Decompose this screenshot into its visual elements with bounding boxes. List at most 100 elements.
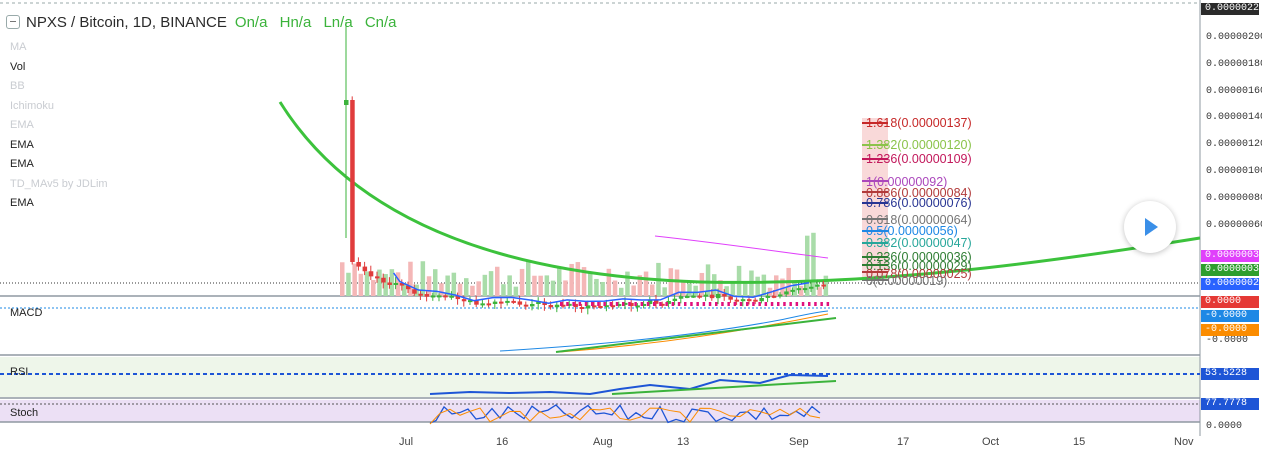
stoch-pane-label[interactable]: Stoch: [10, 407, 38, 419]
green-price-tag: 0.00000031: [1201, 264, 1262, 276]
macd-histogram-bar: [777, 302, 780, 306]
top-price-tag: 0.00000222: [1201, 3, 1262, 15]
volume-bar: [532, 275, 537, 296]
macd-histogram-bar: [640, 302, 644, 306]
candle-body: [517, 301, 523, 305]
volume-bar: [371, 280, 376, 296]
high-value: Hn/a: [279, 13, 312, 31]
candle-body: [375, 276, 380, 279]
macd-histogram-bar: [615, 302, 619, 306]
macd-blue-tag: -0.0000: [1201, 310, 1259, 322]
volume-bar: [662, 287, 667, 296]
candle-body: [728, 296, 733, 300]
rsi-pane-background: [0, 357, 1200, 397]
candle-body: [784, 291, 789, 295]
candle-body: [703, 294, 709, 297]
candle-body: [424, 294, 430, 297]
macd-histogram-bar: [733, 302, 737, 306]
candle-body: [691, 295, 696, 298]
volume-bar: [426, 276, 432, 296]
indicator-ema-3[interactable]: EMA: [10, 155, 108, 175]
indicator-td-mav5[interactable]: TD_MAv5 by JDLim: [10, 175, 108, 195]
macd-red-tag: 0.0000: [1201, 296, 1259, 308]
indicator-ema-2[interactable]: EMA: [10, 136, 108, 156]
volume-bar: [612, 280, 618, 296]
indicator-ema-4[interactable]: EMA: [10, 194, 108, 214]
macd-histogram-bar: [622, 302, 625, 306]
stoch-pane-background: [0, 400, 1200, 422]
volume-bar: [383, 274, 388, 296]
candle-body: [716, 293, 721, 299]
price-axis-label: 0.00000100: [1206, 166, 1262, 177]
macd-histogram-bar: [814, 302, 817, 306]
candle-body: [821, 284, 826, 287]
magenta-price-tag: 0.00000036: [1201, 250, 1262, 262]
volume-bar: [712, 274, 717, 296]
fib-level-label: 0(0.00000019): [866, 274, 948, 288]
candle-body: [443, 295, 448, 298]
macd-pane-label[interactable]: MACD: [10, 307, 42, 319]
candle-body: [685, 295, 690, 298]
volume-bar: [408, 261, 413, 296]
candle-body: [412, 289, 417, 294]
ohlc-values: On/a Hn/a Ln/a Cn/a: [235, 14, 405, 31]
time-axis-label: Nov: [1174, 436, 1194, 448]
macd-histogram-bar: [696, 302, 699, 306]
symbol-title[interactable]: NPXS / Bitcoin, 1D, BINANCE: [26, 14, 227, 31]
volume-bar: [761, 274, 767, 296]
macd-histogram-bar: [795, 302, 799, 306]
volume-bar: [600, 281, 605, 296]
volume-bar: [681, 281, 686, 296]
indicator-bb[interactable]: BB: [10, 77, 108, 97]
macd-histogram-bar: [708, 302, 712, 306]
volume-bar: [650, 284, 655, 296]
candle-body: [672, 298, 678, 301]
indicator-ichimoku[interactable]: Ichimoku: [10, 97, 108, 117]
chart-canvas[interactable]: [0, 0, 1262, 451]
macd-histogram-bar: [808, 302, 811, 306]
price-axis-label: 0.00000140: [1206, 112, 1262, 123]
chart-area[interactable]: NPXS / Bitcoin, 1D, BINANCE On/a Hn/a Ln…: [0, 0, 1262, 451]
candle-body: [734, 299, 740, 302]
candle-body: [579, 307, 585, 310]
time-axis-label: 15: [1073, 436, 1086, 448]
macd-histogram-bar: [727, 302, 730, 306]
indicator-ma[interactable]: MA: [10, 38, 108, 58]
collapse-legend-icon[interactable]: [6, 15, 20, 29]
candle-body: [759, 297, 764, 302]
macd-histogram-bar: [671, 302, 675, 306]
time-axis-label: Oct: [982, 436, 1000, 448]
play-replay-button[interactable]: [1124, 201, 1176, 253]
candle-body: [678, 296, 684, 299]
macd-histogram-bar: [665, 302, 668, 306]
volume-bar: [501, 284, 506, 296]
candle-body: [809, 286, 814, 289]
volume-bar: [693, 285, 698, 296]
candle-body: [511, 300, 516, 303]
time-axis-label: Sep: [789, 436, 809, 448]
fib-level-label: 0.786(0.00000076): [866, 196, 972, 210]
macd-histogram-bar: [634, 302, 637, 306]
indicator-vol[interactable]: Vol: [10, 58, 108, 78]
candle-body: [598, 306, 603, 309]
indicator-ema-1[interactable]: EMA: [10, 116, 108, 136]
volume-bar: [364, 271, 370, 296]
time-axis-label: Jul: [399, 436, 414, 448]
rsi-pane-label[interactable]: RSI: [10, 366, 28, 378]
price-axis-label: 0.00000120: [1206, 139, 1262, 150]
macd-orange-tag: -0.0000: [1201, 324, 1259, 336]
candle-body: [815, 284, 820, 287]
candle-body: [499, 301, 504, 304]
candle-body: [530, 303, 535, 307]
volume-bar: [340, 262, 345, 296]
time-axis-label: 13: [677, 436, 690, 448]
macd-histogram-bar: [721, 302, 724, 306]
candle-body: [765, 295, 771, 298]
macd-histogram-bar: [597, 302, 600, 306]
fib-level-label: 1.382(0.00000120): [866, 138, 972, 152]
macd-histogram-bar: [764, 302, 768, 306]
macd-histogram-bar: [572, 302, 575, 306]
macd-histogram-bar: [684, 302, 687, 306]
volume-bar: [755, 276, 760, 296]
volume-bar: [526, 261, 531, 296]
